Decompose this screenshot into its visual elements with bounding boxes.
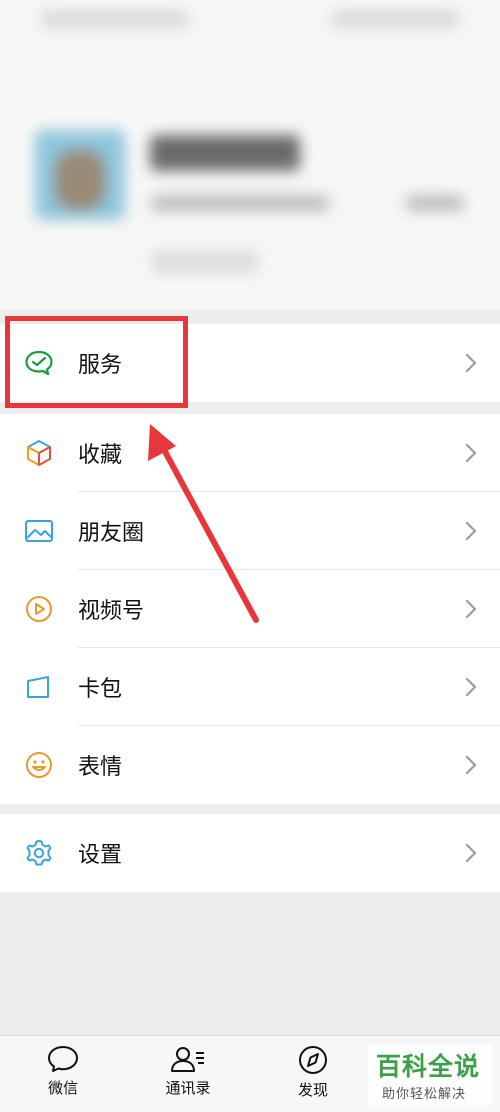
gear-icon (22, 836, 56, 870)
smiley-icon (22, 748, 56, 782)
watermark-subtitle: 助你轻松解决 (382, 1087, 467, 1102)
compass-icon (299, 1046, 327, 1074)
tab-discover[interactable]: 发现 (268, 1044, 358, 1100)
tab-label-contacts: 通讯录 (165, 1079, 211, 1097)
tab-contacts[interactable]: 通讯录 (143, 1044, 233, 1098)
menu-label-settings: 设置 (78, 843, 123, 868)
menu-label-stickers: 表情 (78, 755, 123, 780)
chevron-right-icon (465, 755, 477, 775)
tab-label-discover: 发现 (297, 1081, 328, 1099)
menu-item-stickers[interactable]: 表情 (0, 726, 500, 804)
watermark-logo: 百科全说 助你轻松解决 (368, 1045, 492, 1105)
watermark-title: 百科全说 (376, 1052, 481, 1081)
tab-label-chats: 微信 (47, 1079, 78, 1097)
chevron-right-icon (465, 843, 477, 863)
chat-bubble-icon (48, 1046, 78, 1072)
annotation-arrow (148, 424, 259, 623)
contacts-icon (171, 1047, 204, 1072)
settings-group: 设置 (0, 814, 500, 892)
tab-chats[interactable]: 微信 (18, 1044, 108, 1098)
menu-item-settings[interactable]: 设置 (0, 814, 500, 892)
